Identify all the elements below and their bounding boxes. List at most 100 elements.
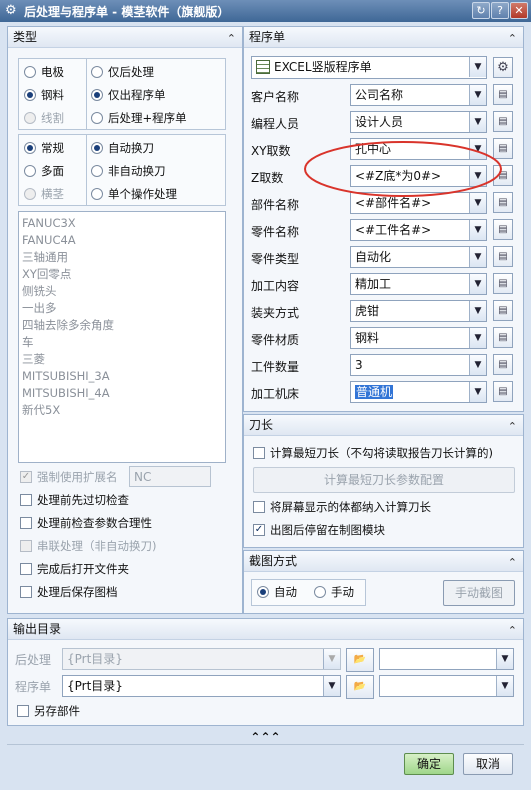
collapse-chevron-icon[interactable]: ⌃ <box>227 29 236 49</box>
dropdown-arrow-icon[interactable]: ▼ <box>469 328 486 348</box>
ok-button[interactable]: 确定 <box>404 753 454 775</box>
screenshot-header[interactable]: 截图方式 ⌃ <box>244 551 523 572</box>
app-gear-icon[interactable]: ⚙ <box>5 3 17 18</box>
field-select[interactable]: 公司名称 ▼ <box>350 84 487 106</box>
save-part-checkbox[interactable]: 另存部件 <box>17 701 80 721</box>
type-section-header[interactable]: 类型 ⌃ <box>8 27 242 48</box>
expand-collapse-icon[interactable]: ⌃⌃⌃ <box>7 729 524 745</box>
radio-icon[interactable] <box>24 141 36 154</box>
dropdown-arrow-icon[interactable]: ▼ <box>496 649 513 669</box>
field-select[interactable]: 虎钳 ▼ <box>350 300 487 322</box>
dropdown-arrow-icon[interactable]: ▼ <box>469 247 486 267</box>
radio-auto-tool-change[interactable]: 自动换刀 <box>91 138 154 158</box>
radio-icon[interactable] <box>314 585 326 598</box>
list-item[interactable]: MITSUBISHI_4A <box>19 385 225 402</box>
checkbox-icon[interactable] <box>253 500 265 513</box>
open-folder-checkbox[interactable]: 完成后打开文件夹 <box>20 559 129 579</box>
dropdown-arrow-icon[interactable]: ▼ <box>469 355 486 375</box>
radio-icon[interactable] <box>91 65 103 78</box>
field-options-icon[interactable]: ▤ <box>493 300 513 321</box>
list-item[interactable]: XY回零点 <box>19 266 225 283</box>
checkbox-icon[interactable] <box>253 446 265 459</box>
field-select[interactable]: <#工件名#> ▼ <box>350 219 487 241</box>
radio-sheet-only[interactable]: 仅出程序单 <box>91 85 166 105</box>
refresh-button[interactable]: ↻ <box>472 2 490 19</box>
radio-manual-shot[interactable]: 手动 <box>314 582 354 602</box>
radio-post-and-sheet[interactable]: 后处理+程序单 <box>91 108 187 128</box>
list-item[interactable]: 车 <box>19 334 225 351</box>
radio-single-op[interactable]: 单个操作处理 <box>91 184 177 204</box>
field-options-icon[interactable]: ▤ <box>493 219 513 240</box>
dropdown-arrow-icon[interactable]: ▼ <box>496 676 513 696</box>
field-options-icon[interactable]: ▤ <box>493 246 513 267</box>
radio-electrode[interactable]: 电极 <box>24 62 64 82</box>
radio-icon[interactable] <box>91 164 103 177</box>
radio-non-auto-tool-change[interactable]: 非自动换刀 <box>91 161 166 181</box>
settings-gear-icon[interactable]: ⚙ <box>493 57 513 78</box>
field-select[interactable]: 设计人员 ▼ <box>350 111 487 133</box>
field-options-icon[interactable]: ▤ <box>493 327 513 348</box>
list-item[interactable]: MITSUBISHI_3A <box>19 368 225 385</box>
field-options-icon[interactable]: ▤ <box>493 111 513 132</box>
checkbox-icon[interactable] <box>20 585 32 598</box>
dropdown-arrow-icon[interactable]: ▼ <box>469 382 486 402</box>
prog-folder-icon[interactable]: 📂 <box>346 675 374 699</box>
field-options-icon[interactable]: ▤ <box>493 273 513 294</box>
collapse-chevron-icon[interactable]: ⌃ <box>508 621 517 641</box>
list-item[interactable]: 四轴去除多余角度 <box>19 317 225 334</box>
radio-icon[interactable] <box>257 585 269 598</box>
radio-normal[interactable]: 常规 <box>24 138 64 158</box>
checkbox-icon[interactable] <box>20 562 32 575</box>
field-select[interactable]: 自动化 ▼ <box>350 246 487 268</box>
field-options-icon[interactable]: ▤ <box>493 381 513 402</box>
radio-icon[interactable] <box>91 141 103 154</box>
list-item[interactable]: 三菱 <box>19 351 225 368</box>
help-button[interactable]: ? <box>491 2 509 19</box>
list-item[interactable]: 一出多 <box>19 300 225 317</box>
collapse-chevron-icon[interactable]: ⌃ <box>508 553 517 573</box>
list-item[interactable]: 侧铣头 <box>19 283 225 300</box>
close-button[interactable]: ✕ <box>510 2 528 19</box>
field-select[interactable]: 精加工 ▼ <box>350 273 487 295</box>
field-select[interactable]: 普通机 ▼ <box>350 381 487 403</box>
collapse-chevron-icon[interactable]: ⌃ <box>508 29 517 49</box>
radio-auto-shot[interactable]: 自动 <box>257 582 297 602</box>
prog-ext-select[interactable]: ▼ <box>379 675 514 697</box>
include-body-checkbox[interactable]: 将屏幕显示的体都纳入计算刀长 <box>253 497 431 517</box>
dropdown-arrow-icon[interactable]: ▼ <box>469 220 486 240</box>
cancel-button[interactable]: 取消 <box>463 753 513 775</box>
program-sheet-header[interactable]: 程序单 ⌃ <box>244 27 523 48</box>
radio-icon[interactable] <box>24 65 36 78</box>
dropdown-arrow-icon[interactable]: ▼ <box>469 274 486 294</box>
radio-icon[interactable] <box>91 88 103 101</box>
checkbox-icon[interactable]: ✓ <box>253 523 265 536</box>
dropdown-arrow-icon[interactable]: ▼ <box>469 57 486 77</box>
radio-post-only[interactable]: 仅后处理 <box>91 62 154 82</box>
field-select[interactable]: 3 ▼ <box>350 354 487 376</box>
calc-shortest-checkbox[interactable]: 计算最短刀长（不勾将读取报告刀长计算的) <box>253 443 493 463</box>
template-select[interactable]: EXCEL竖版程序单 ▼ <box>251 56 487 79</box>
dropdown-arrow-icon[interactable]: ▼ <box>469 85 486 105</box>
stay-drawing-checkbox[interactable]: ✓ 出图后停留在制图模块 <box>253 520 385 540</box>
checkbox-icon[interactable] <box>20 516 32 529</box>
tool-length-header[interactable]: 刀长 ⌃ <box>244 415 523 436</box>
check-params-checkbox[interactable]: 处理前检查参数合理性 <box>20 513 152 533</box>
save-drawing-checkbox[interactable]: 处理后保存图档 <box>20 582 118 602</box>
output-header[interactable]: 输出目录 ⌃ <box>8 619 523 640</box>
radio-icon[interactable] <box>91 111 103 124</box>
checkbox-icon[interactable] <box>17 704 29 717</box>
field-options-icon[interactable]: ▤ <box>493 84 513 105</box>
radio-multiface[interactable]: 多面 <box>24 161 64 181</box>
collapse-chevron-icon[interactable]: ⌃ <box>508 417 517 437</box>
machine-list[interactable]: FANUC3X FANUC4A 三轴通用 XY回零点 侧铣头 一出多 四轴去除多… <box>18 211 226 463</box>
list-item[interactable]: FANUC4A <box>19 232 225 249</box>
radio-icon[interactable] <box>24 88 36 101</box>
field-select[interactable]: 钢料 ▼ <box>350 327 487 349</box>
list-item[interactable]: FANUC3X <box>19 215 225 232</box>
dropdown-arrow-icon[interactable]: ▼ <box>469 112 486 132</box>
radio-icon[interactable] <box>24 164 36 177</box>
post-ext-select[interactable]: ▼ <box>379 648 514 670</box>
prog-dir-select[interactable]: {Prt目录} ▼ <box>62 675 341 697</box>
radio-steel[interactable]: 钢料 <box>24 85 64 105</box>
dropdown-arrow-icon[interactable]: ▼ <box>323 676 340 696</box>
